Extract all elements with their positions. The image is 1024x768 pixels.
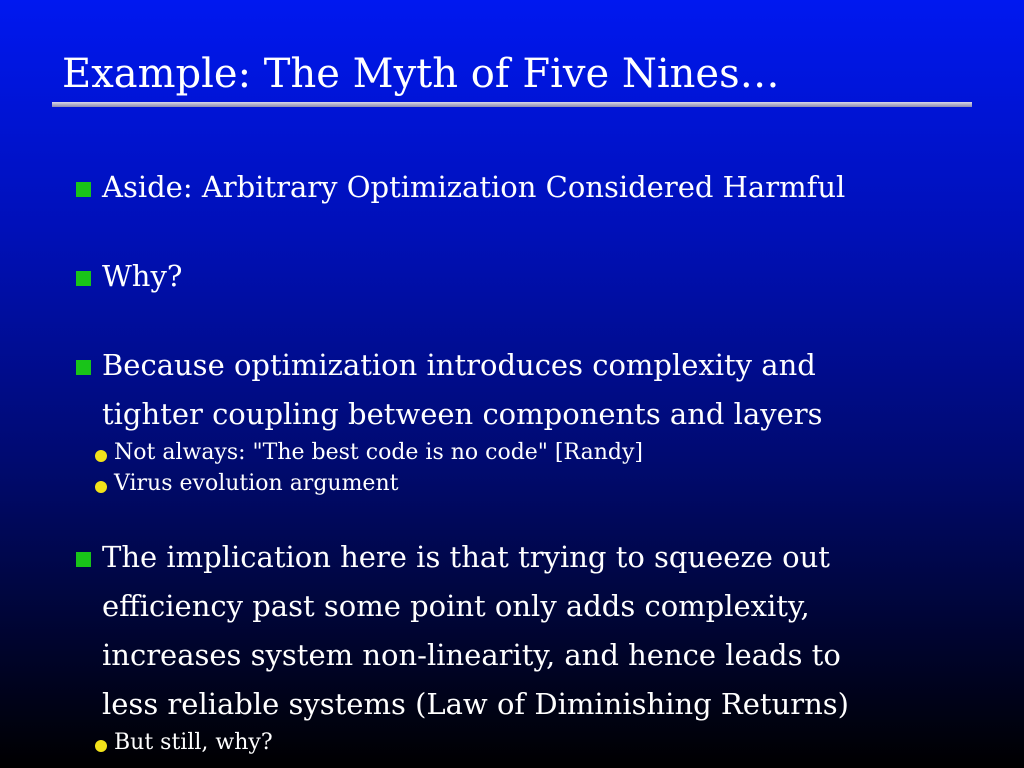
green-square-bullet-icon (76, 271, 91, 286)
yellow-dot-bullet-icon (95, 481, 107, 493)
bullet-text: Why? (102, 259, 183, 293)
bullet-text-line: increases system non-linearity, and henc… (102, 638, 841, 672)
bullet-item: Why? (76, 252, 182, 301)
slide: Example: The Myth of Five Nines… Aside: … (0, 0, 1024, 768)
subbullet-text: But still, why? (114, 730, 273, 755)
bullet-text-line: less reliable systems (Law of Diminishin… (102, 687, 849, 721)
bullet-item: Aside: Arbitrary Optimization Considered… (76, 163, 845, 212)
bullet-text-line: Because optimization introduces complexi… (102, 348, 816, 382)
green-square-bullet-icon (76, 360, 91, 375)
yellow-dot-bullet-icon (95, 740, 107, 752)
bullet-text-line: efficiency past some point only adds com… (102, 589, 810, 623)
yellow-dot-bullet-icon (95, 450, 107, 462)
slide-title: Example: The Myth of Five Nines… (62, 51, 780, 97)
bullet-item: Because optimization introduces complexi… (76, 341, 823, 439)
subbullet-item: Virus evolution argument (95, 468, 398, 499)
bullet-text-line: The implication here is that trying to s… (102, 540, 830, 574)
subbullet-item: Not always: "The best code is no code" [… (95, 437, 643, 468)
green-square-bullet-icon (76, 182, 91, 197)
bullet-item: The implication here is that trying to s… (76, 533, 849, 729)
subbullet-text: Virus evolution argument (114, 471, 399, 496)
title-underline (52, 102, 972, 107)
subbullet-item: But still, why? (95, 727, 273, 758)
green-square-bullet-icon (76, 552, 91, 567)
bullet-text: Aside: Arbitrary Optimization Considered… (102, 170, 846, 204)
bullet-text-line: tighter coupling between components and … (102, 397, 823, 431)
subbullet-text: Not always: "The best code is no code" [… (114, 440, 643, 465)
